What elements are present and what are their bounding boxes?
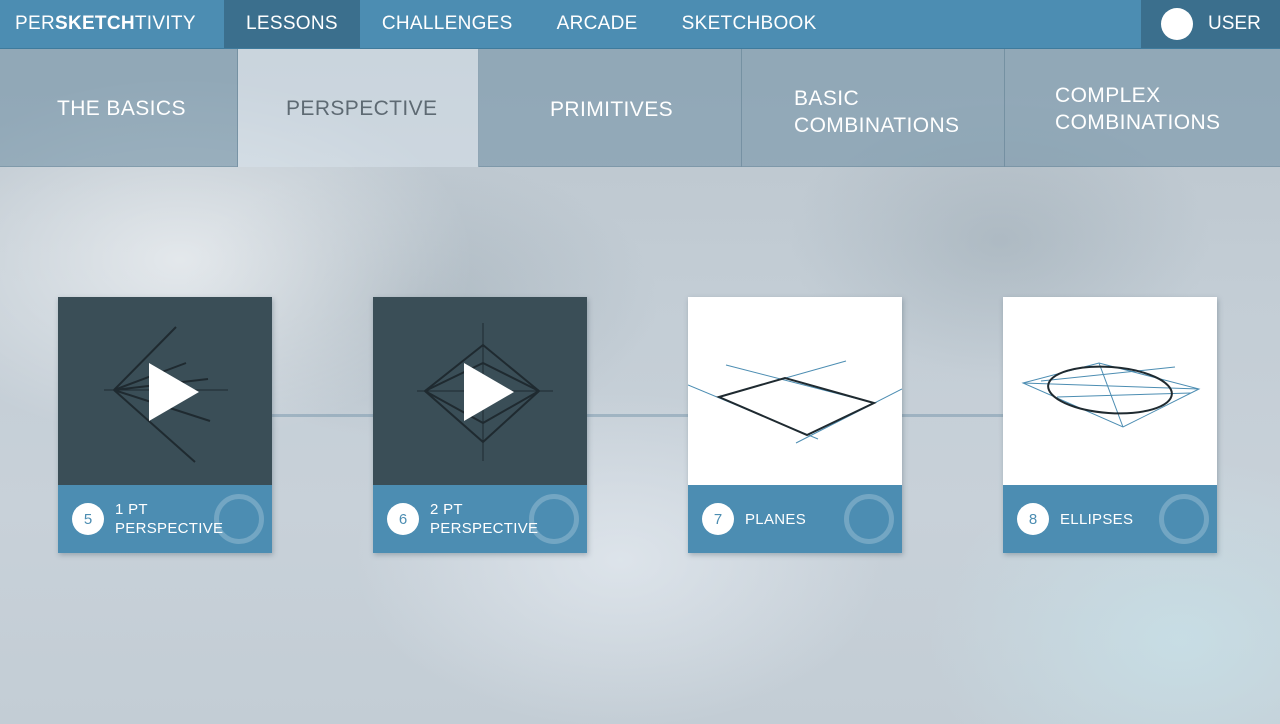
- logo-bold: SKETCH: [54, 13, 135, 34]
- progress-ring-icon: [1159, 494, 1209, 544]
- one-point-perspective-drawing: [104, 326, 228, 463]
- ellipse-drawing: [1021, 362, 1201, 428]
- progress-ring-icon: [214, 494, 264, 544]
- app-logo[interactable]: PER SKETCH TIVITY: [0, 0, 224, 48]
- plane-drawing: [688, 360, 902, 444]
- nav-lessons[interactable]: LESSONS: [224, 0, 360, 48]
- nav-sketchbook-label: SKETCHBOOK: [681, 13, 817, 34]
- logo-prefix: PER: [15, 13, 55, 34]
- nav-challenges-label: CHALLENGES: [381, 13, 513, 34]
- lesson-footer: 7 PLANES: [688, 485, 902, 553]
- nav-arcade-label: ARCADE: [556, 13, 638, 34]
- lesson-number-badge: 8: [1017, 503, 1049, 535]
- lesson-card-1pt-perspective[interactable]: 5 1 PT PERSPECTIVE: [58, 297, 272, 553]
- user-menu[interactable]: USER: [1141, 0, 1280, 48]
- lesson-thumbnail: [688, 297, 902, 485]
- lesson-card-2pt-perspective[interactable]: 6 2 PT PERSPECTIVE: [373, 297, 587, 553]
- tab-perspective[interactable]: PERSPECTIVE: [238, 49, 479, 167]
- user-avatar: [1161, 8, 1193, 40]
- user-label: USER: [1208, 13, 1261, 34]
- lesson-title: PLANES: [745, 510, 806, 528]
- lesson-thumbnail: [58, 297, 272, 485]
- lesson-number-badge: 5: [72, 503, 104, 535]
- nav-arcade[interactable]: ARCADE: [535, 0, 660, 48]
- tab-label: PRIMITIVES: [550, 97, 674, 121]
- progress-ring-icon: [844, 494, 894, 544]
- top-nav: PER SKETCH TIVITY LESSONS CHALLENGES ARCAD…: [0, 0, 1280, 49]
- lesson-thumbnail: [373, 297, 587, 485]
- tab-label: PERSPECTIVE: [286, 96, 438, 120]
- tab-label: THE BASICS: [57, 96, 186, 120]
- lesson-title: ELLIPSES: [1060, 510, 1134, 528]
- lesson-title: 1 PT PERSPECTIVE: [115, 501, 224, 537]
- lesson-card-planes[interactable]: 7 PLANES: [688, 297, 902, 553]
- category-tabs: THE BASICS PERSPECTIVE PRIMITIVES BASIC …: [0, 49, 1280, 167]
- tab-basic-combinations[interactable]: BASIC COMBINATIONS: [742, 49, 1005, 167]
- progress-ring-icon: [529, 494, 579, 544]
- tab-label: BASIC COMBINATIONS: [794, 87, 960, 137]
- lesson-footer: 6 2 PT PERSPECTIVE: [373, 485, 587, 553]
- lesson-number-badge: 7: [702, 503, 734, 535]
- nav-challenges[interactable]: CHALLENGES: [360, 0, 535, 48]
- play-video-icon: [149, 363, 199, 421]
- lesson-path-line: [160, 414, 1120, 417]
- lesson-footer: 8 ELLIPSES: [1003, 485, 1217, 553]
- two-point-perspective-drawing: [417, 323, 553, 461]
- lesson-footer: 5 1 PT PERSPECTIVE: [58, 485, 272, 553]
- lesson-thumbnail: [1003, 297, 1217, 485]
- tab-label: COMPLEX COMBINATIONS: [1055, 84, 1221, 134]
- nav-sketchbook[interactable]: SKETCHBOOK: [660, 0, 839, 48]
- tab-complex-combinations[interactable]: COMPLEX COMBINATIONS: [1005, 49, 1280, 167]
- tab-primitives[interactable]: PRIMITIVES: [479, 49, 742, 167]
- logo-suffix: TIVITY: [134, 13, 196, 34]
- lesson-title: 2 PT PERSPECTIVE: [430, 501, 539, 537]
- nav-lessons-label: LESSONS: [246, 13, 338, 34]
- tab-the-basics[interactable]: THE BASICS: [0, 49, 238, 167]
- lesson-card-ellipses[interactable]: 8 ELLIPSES: [1003, 297, 1217, 553]
- play-video-icon: [464, 363, 514, 421]
- lesson-number-badge: 6: [387, 503, 419, 535]
